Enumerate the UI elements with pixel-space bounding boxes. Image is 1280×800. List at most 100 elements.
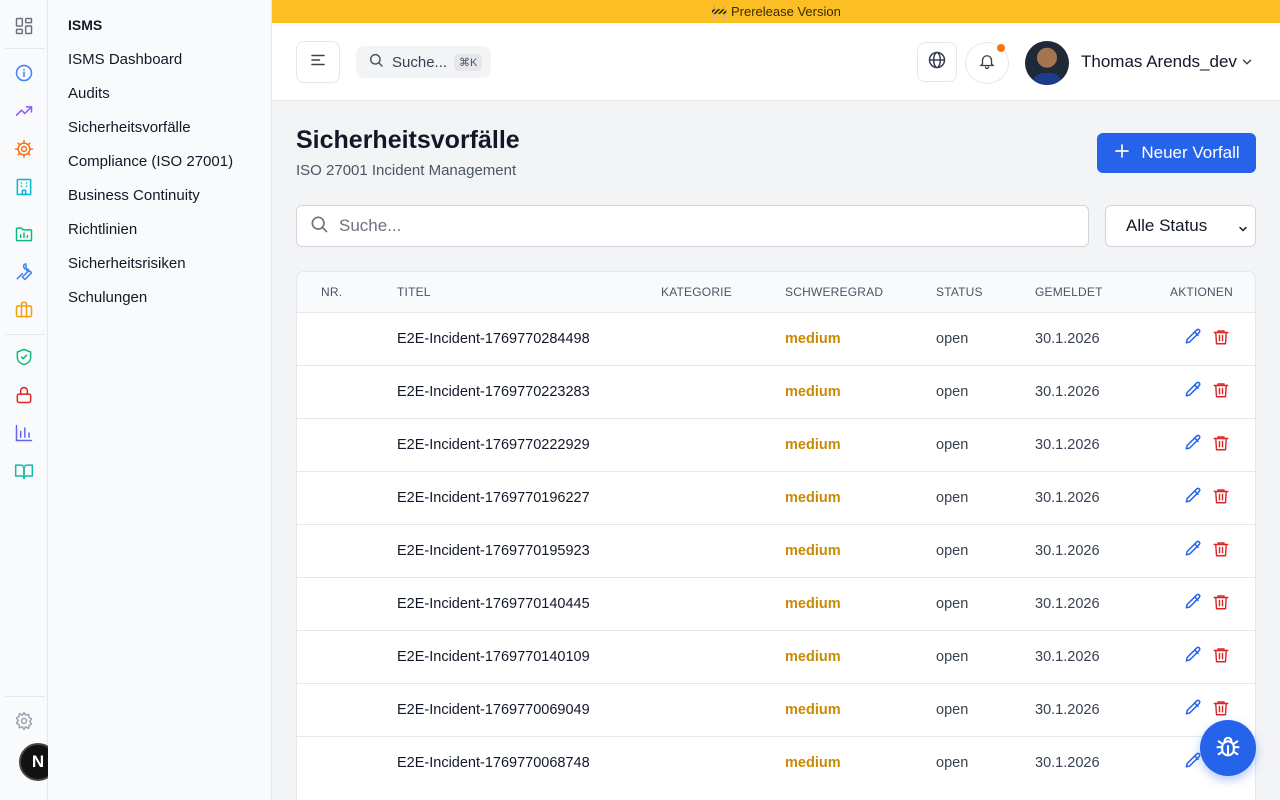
book-open-icon[interactable] [12,459,36,483]
delete-button[interactable] [1210,699,1232,721]
incident-title[interactable]: E2E-Incident-1769770140109 [397,649,590,665]
column-header-kategorie[interactable]: KATEGORIE [661,285,732,299]
info-icon[interactable] [12,61,36,85]
trash-icon [1212,645,1230,670]
trash-icon [1212,592,1230,617]
delete-button[interactable] [1210,646,1232,668]
sidebar-item-compliance[interactable]: Compliance (ISO 27001) [68,153,233,170]
delete-button[interactable] [1210,540,1232,562]
edit-button[interactable] [1182,434,1204,456]
icon-rail: N [0,0,57,800]
prerelease-banner: 🚧 Prerelease Version [272,0,1280,23]
sidebar-item-audits[interactable]: Audits [68,85,110,102]
status-badge: open [936,490,969,506]
sidebar-item-sicherheitsvorfaelle[interactable]: Sicherheitsvorfälle [68,119,191,136]
column-header-titel[interactable]: TITEL [397,285,431,299]
sidebar-item-isms-dashboard[interactable]: ISMS Dashboard [68,51,182,68]
bug-report-button[interactable] [1200,720,1256,776]
pencil-icon [1183,327,1203,352]
severity-badge: medium [785,649,841,665]
table-row[interactable]: E2E-Incident-1769770284498 medium open 30.1… [297,312,1255,365]
reported-date: 30.1.2026 [1035,543,1100,559]
incident-title[interactable]: E2E-Incident-1769770222929 [397,437,590,453]
new-incident-button[interactable]: Neuer Vorfall [1097,133,1256,173]
status-badge: open [936,702,969,718]
status-filter-select[interactable]: Alle Status [1105,205,1256,247]
column-header-status[interactable]: STATUS [936,285,983,299]
edit-button[interactable] [1182,646,1204,668]
shield-check-icon[interactable] [12,345,36,369]
global-search-button[interactable]: Suche... ⌘K [356,46,491,78]
incident-title[interactable]: E2E-Incident-1769770140445 [397,596,590,612]
lock-icon[interactable] [12,383,36,407]
edit-button[interactable] [1182,487,1204,509]
sidebar-item-business-continuity[interactable]: Business Continuity [68,187,200,204]
column-header-gemeldet[interactable]: GEMELDET [1035,285,1103,299]
language-button[interactable] [917,42,957,82]
edit-button[interactable] [1182,699,1204,721]
table-row[interactable]: E2E-Incident-1769770196227 medium open 30.1… [297,471,1255,524]
delete-button[interactable] [1210,434,1232,456]
menu-toggle-button[interactable] [296,41,340,83]
avatar[interactable] [1025,41,1069,85]
reported-date: 30.1.2026 [1035,702,1100,718]
cog-icon[interactable] [12,137,36,161]
table-row[interactable]: E2E-Incident-1769770140445 medium open 30.1… [297,577,1255,630]
column-header-schweregrad[interactable]: SCHWEREGRAD [785,285,883,299]
incident-title[interactable]: E2E-Incident-1769770068748 [397,755,590,771]
pencil-icon [1183,433,1203,458]
folder-chart-icon[interactable] [12,222,36,246]
bar-chart-icon[interactable] [12,421,36,445]
search-shortcut-hint: ⌘K [454,53,483,71]
sidebar-item-schulungen[interactable]: Schulungen [68,289,147,306]
incident-search[interactable] [296,205,1089,247]
page-title: Sicherheitsvorfälle [296,126,520,154]
incident-title[interactable]: E2E-Incident-1769770069049 [397,702,590,718]
status-badge: open [936,543,969,559]
status-badge: open [936,755,969,771]
edit-button[interactable] [1182,540,1204,562]
incident-search-input[interactable] [339,216,1039,236]
table-header: NR. TITEL KATEGORIE SCHWEREGRAD STATUS G… [297,272,1255,312]
notifications-button[interactable] [965,42,1009,84]
column-header-aktionen: AKTIONEN [1170,285,1233,299]
chevron-down-icon[interactable] [1240,55,1254,74]
sidebar-item-sicherheitsrisiken[interactable]: Sicherheitsrisiken [68,255,186,272]
table-row[interactable]: E2E-Incident-1769770223283 medium open 30.1… [297,365,1255,418]
table-row[interactable]: E2E-Incident-1769770140109 medium open 30.1… [297,630,1255,683]
settings-icon[interactable] [12,709,36,733]
wrench-icon[interactable] [12,260,36,284]
table-row[interactable]: E2E-Incident-1769770222929 medium open 30.1… [297,418,1255,471]
incident-title[interactable]: E2E-Incident-1769770195923 [397,543,590,559]
delete-button[interactable] [1210,487,1232,509]
building-icon[interactable] [12,175,36,199]
briefcase-icon[interactable] [12,298,36,322]
edit-button[interactable] [1182,328,1204,350]
reported-date: 30.1.2026 [1035,649,1100,665]
pencil-icon [1183,539,1203,564]
menu-icon [309,51,327,74]
grid-icon[interactable] [12,14,36,38]
trash-icon [1212,433,1230,458]
incident-title[interactable]: E2E-Incident-1769770223283 [397,384,590,400]
incident-table: NR. TITEL KATEGORIE SCHWEREGRAD STATUS G… [296,271,1256,800]
table-row[interactable]: E2E-Incident-1769770068748 medium open 30.1… [297,736,1255,789]
user-name[interactable]: Thomas Arends_dev [1081,52,1237,72]
trending-up-icon[interactable] [12,99,36,123]
column-header-nr[interactable]: NR. [321,285,342,299]
table-row[interactable]: E2E-Incident-1769770195923 medium open 30.1… [297,524,1255,577]
severity-badge: medium [785,331,841,347]
edit-button[interactable] [1182,381,1204,403]
table-row[interactable]: E2E-Incident-1769770069049 medium open 30.1… [297,683,1255,736]
incident-title[interactable]: E2E-Incident-1769770196227 [397,490,590,506]
delete-button[interactable] [1210,381,1232,403]
edit-button[interactable] [1182,593,1204,615]
pencil-icon [1183,486,1203,511]
sidebar-item-richtlinien[interactable]: Richtlinien [68,221,137,238]
rail-divider [5,334,45,335]
incident-title[interactable]: E2E-Incident-1769770284498 [397,331,590,347]
severity-badge: medium [785,543,841,559]
trash-icon [1212,327,1230,352]
delete-button[interactable] [1210,328,1232,350]
delete-button[interactable] [1210,593,1232,615]
